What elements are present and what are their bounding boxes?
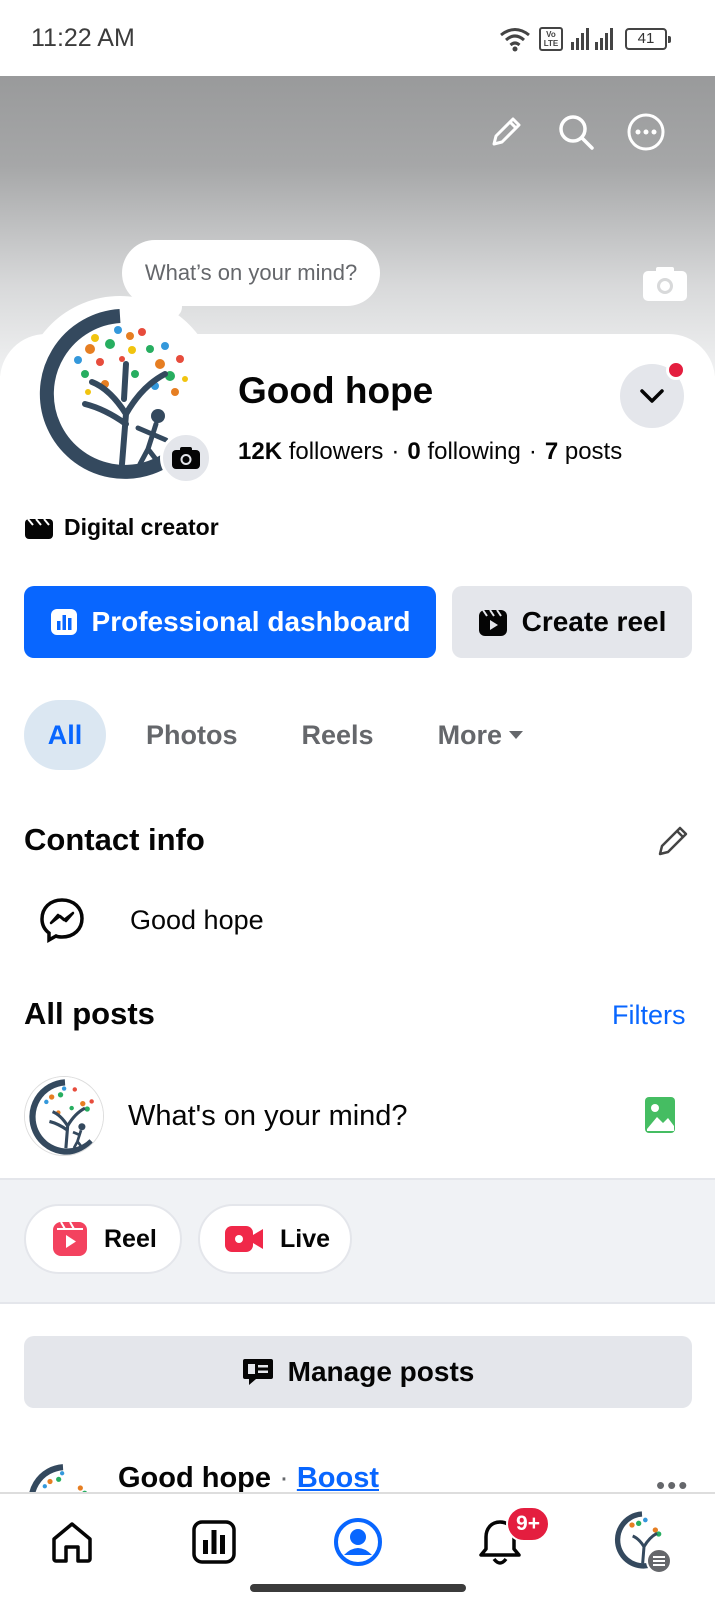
contact-info-title: Contact info [24, 822, 205, 857]
notifications-badge: 9+ [506, 1506, 550, 1542]
chevron-down-icon [640, 389, 664, 403]
contact-messenger-row[interactable]: Good hope [38, 896, 264, 944]
post-author-line: Good hope · Boost [118, 1462, 379, 1492]
profile-tabs: All Photos Reels More [24, 700, 524, 770]
nav-profile[interactable] [328, 1512, 388, 1572]
more-options-icon[interactable] [626, 112, 666, 152]
post-avatar[interactable] [24, 1462, 102, 1492]
wifi-icon [500, 28, 530, 52]
search-icon[interactable] [556, 112, 596, 152]
reel-pill[interactable]: Reel [24, 1204, 182, 1274]
reel-icon [53, 1221, 87, 1256]
manage-posts-icon [242, 1359, 273, 1385]
post-composer[interactable]: What's on your mind? [24, 1076, 692, 1156]
filters-link[interactable]: Filters [612, 1000, 686, 1031]
nav-home[interactable] [42, 1512, 102, 1572]
tree-logo-icon [25, 1077, 103, 1155]
divider [0, 1302, 715, 1304]
home-icon [52, 1522, 92, 1563]
manage-posts-button[interactable]: Manage posts [24, 1336, 692, 1408]
tab-reels[interactable]: Reels [302, 700, 374, 770]
hamburger-icon [653, 1556, 665, 1566]
avatar-camera-button[interactable] [160, 432, 212, 484]
caret-down-icon [509, 731, 524, 739]
profile-name: Good hope [238, 370, 434, 411]
profile-stats: 12K followers · 0 following · 7 posts [238, 438, 623, 465]
tab-all[interactable]: All [24, 700, 106, 770]
all-posts-title: All posts [24, 996, 155, 1031]
following-count[interactable]: 0 [407, 438, 420, 465]
live-pill-label: Live [280, 1224, 331, 1253]
messenger-icon [40, 898, 84, 944]
following-label[interactable]: following [427, 438, 520, 465]
create-reel-label: Create reel [521, 606, 667, 637]
edit-icon[interactable] [486, 112, 526, 152]
photo-icon[interactable] [644, 1096, 676, 1134]
clapperboard-icon [25, 517, 53, 539]
posts-count: 7 [544, 438, 559, 465]
menu-icon [646, 1548, 672, 1574]
volte-icon: Vo LTE [539, 27, 563, 51]
status-bar: 11:22 AM Vo LTE 41 [0, 0, 715, 76]
boost-link[interactable]: Boost [297, 1462, 379, 1492]
post-separator: · [279, 1462, 289, 1492]
nav-dashboard[interactable] [184, 1512, 244, 1572]
status-time: 11:22 AM [31, 24, 135, 52]
posts-label: posts [564, 438, 623, 465]
contact-messenger-name: Good hope [130, 904, 264, 935]
edit-contact-icon[interactable] [654, 822, 692, 860]
manage-posts-label: Manage posts [287, 1356, 475, 1387]
composer-avatar [24, 1076, 104, 1156]
battery-icon: 41 [625, 28, 671, 50]
post-more-button[interactable]: ••• [656, 1470, 689, 1492]
profile-category: Digital creator [24, 514, 219, 541]
reel-pill-label: Reel [104, 1224, 157, 1253]
reel-icon [478, 609, 507, 636]
mind-bubble[interactable]: What’s on your mind? [122, 240, 380, 306]
post-preview[interactable]: Good hope · Boost ••• [0, 1456, 715, 1492]
signal-icon [571, 28, 613, 50]
tree-logo-icon [24, 1462, 102, 1492]
followers-count[interactable]: 12K [238, 438, 282, 465]
dashboard-icon [50, 609, 77, 635]
status-icons: Vo LTE 41 [499, 24, 671, 54]
post-author-name[interactable]: Good hope [118, 1462, 271, 1492]
notification-dot [666, 360, 686, 380]
cover-camera-icon[interactable] [642, 266, 688, 302]
followers-label[interactable]: followers [289, 438, 384, 465]
category-label: Digital creator [64, 514, 219, 540]
tab-more[interactable]: More [438, 700, 525, 770]
profile-icon [334, 1518, 382, 1566]
professional-dashboard-button[interactable]: Professional dashboard [24, 586, 436, 658]
create-options-row: Reel Live [0, 1180, 715, 1302]
camera-icon [172, 447, 200, 469]
home-indicator[interactable] [250, 1584, 466, 1592]
tab-photos[interactable]: Photos [146, 700, 238, 770]
live-pill[interactable]: Live [198, 1204, 352, 1274]
dashboard-icon [192, 1520, 236, 1564]
composer-prompt: What's on your mind? [128, 1099, 408, 1132]
live-video-icon [225, 1226, 263, 1252]
professional-dashboard-label: Professional dashboard [91, 606, 411, 637]
create-reel-button[interactable]: Create reel [452, 586, 692, 658]
